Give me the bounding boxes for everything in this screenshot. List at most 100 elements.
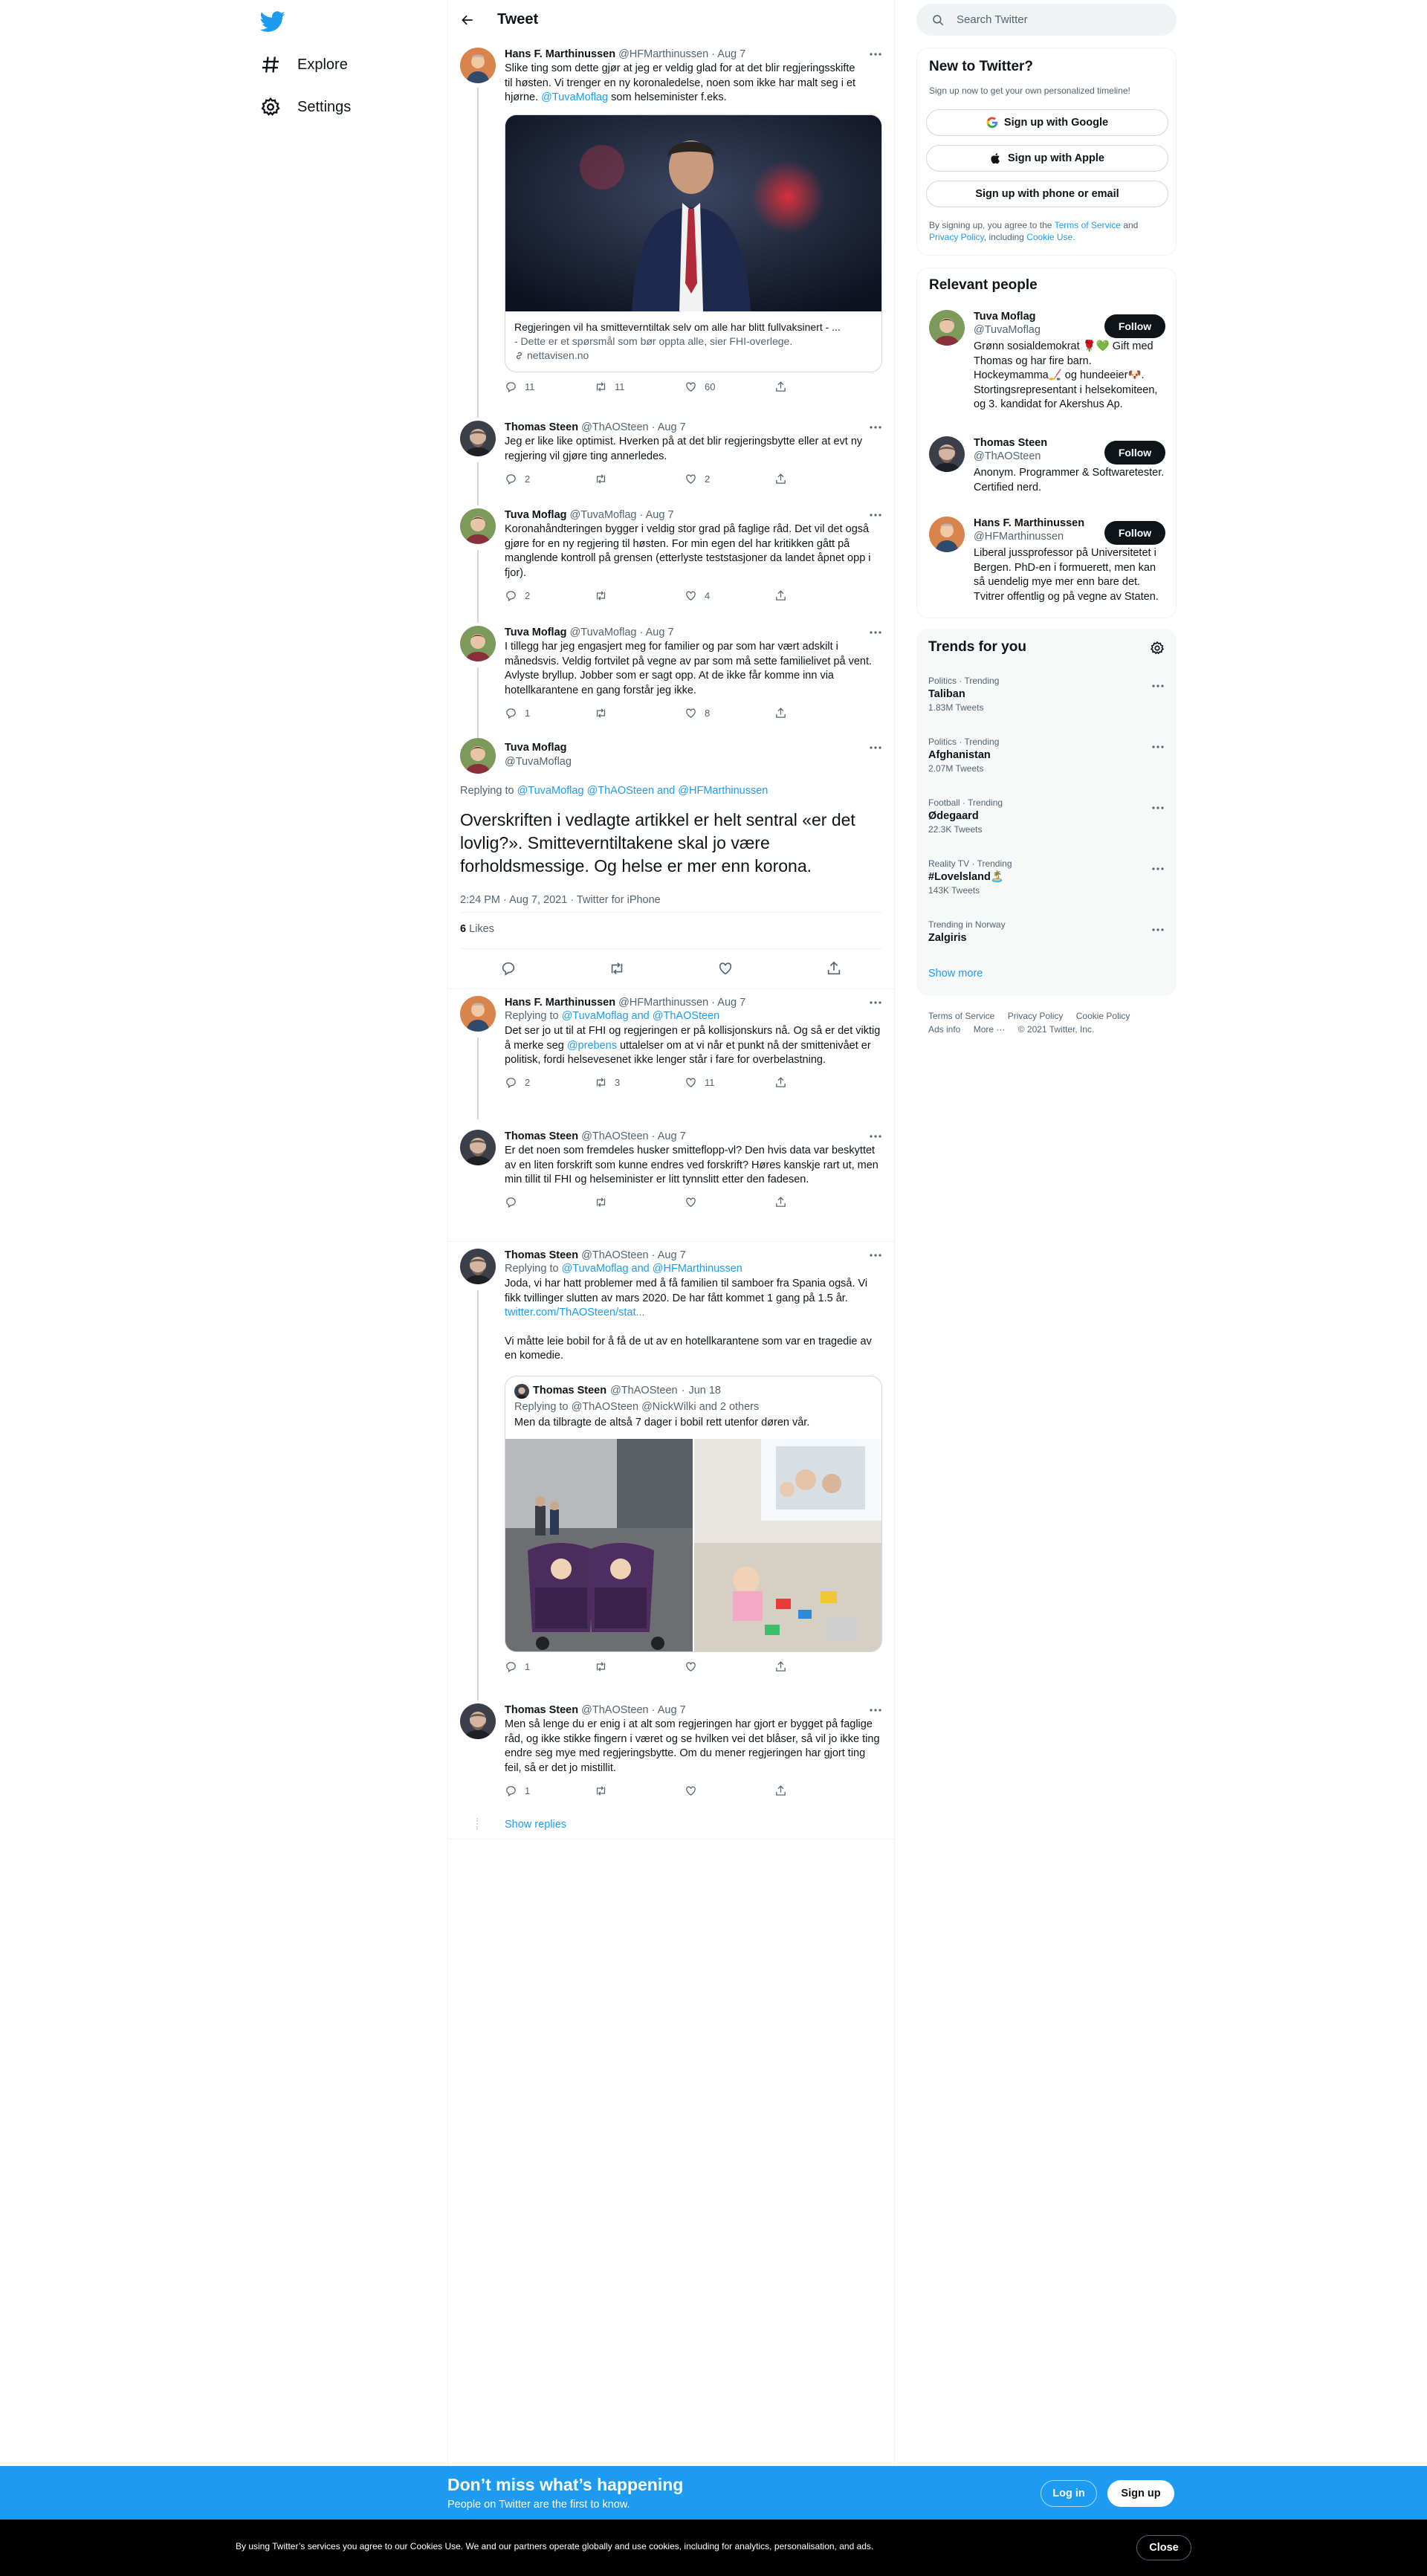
like-button[interactable]: [685, 1660, 774, 1673]
tweet-date[interactable]: Aug 7: [658, 1130, 686, 1142]
terms-link[interactable]: Terms of Service: [1055, 220, 1121, 230]
more-options-icon[interactable]: [1151, 923, 1165, 936]
phone-email-signup-button[interactable]: Sign up with phone or email: [926, 181, 1168, 207]
author-handle[interactable]: @ThAOSteen: [581, 1704, 648, 1716]
like-button[interactable]: 8: [685, 707, 774, 719]
author-name[interactable]: Tuva Moflag: [505, 627, 567, 638]
trend-item[interactable]: Trending in Norway Zalgiris: [928, 919, 1165, 945]
more-options-icon[interactable]: [869, 1703, 882, 1717]
avatar[interactable]: [460, 738, 496, 774]
author-name[interactable]: Thomas Steen: [505, 1249, 578, 1261]
more-options-icon[interactable]: [869, 48, 882, 61]
author-handle[interactable]: @ThAOSteen: [581, 1130, 648, 1142]
quoted-photo[interactable]: [505, 1438, 693, 1651]
retweet-button[interactable]: [595, 1784, 685, 1797]
tweet-date[interactable]: Aug 7: [717, 997, 745, 1009]
follow-button[interactable]: Follow: [1104, 314, 1165, 338]
share-button[interactable]: [774, 1660, 864, 1673]
more-options-icon[interactable]: [1151, 679, 1165, 693]
replying-to-mentions[interactable]: @TuvaMoflag and @ThAOSteen: [562, 1010, 720, 1022]
author-name[interactable]: Tuva Moflag: [505, 509, 567, 521]
person-name[interactable]: Thomas Steen: [974, 436, 1100, 450]
tweet[interactable]: Hans F. Marthinussen @HFMarthinussen · A…: [448, 48, 894, 412]
more-options-icon[interactable]: [869, 626, 882, 639]
author-handle[interactable]: @ThAOSteen: [581, 1249, 648, 1261]
google-signup-button[interactable]: Sign up with Google: [926, 109, 1168, 136]
close-button[interactable]: Close: [1136, 2535, 1191, 2560]
tweet-date[interactable]: Aug 7: [658, 1249, 686, 1261]
back-arrow-icon[interactable]: [460, 13, 475, 27]
reply-button[interactable]: 2: [505, 473, 595, 485]
reply-button[interactable]: [505, 1196, 595, 1208]
more-options-icon[interactable]: [869, 508, 882, 522]
trend-item[interactable]: Politics · Trending Taliban 1.83M Tweets: [928, 675, 1165, 713]
avatar[interactable]: [460, 1703, 496, 1739]
twitter-logo-icon[interactable]: [260, 9, 285, 34]
author-handle[interactable]: @ThAOSteen: [581, 421, 648, 433]
author-handle[interactable]: @TuvaMoflag: [570, 627, 637, 638]
tweet-date[interactable]: Aug 7: [658, 1704, 686, 1716]
avatar[interactable]: [460, 48, 496, 83]
retweet-icon[interactable]: [609, 960, 625, 977]
retweet-button[interactable]: [595, 473, 685, 485]
person-handle[interactable]: @TuvaMoflag: [974, 323, 1100, 337]
more-options-icon[interactable]: [1151, 862, 1165, 876]
apple-signup-button[interactable]: Sign up with Apple: [926, 145, 1168, 172]
like-button[interactable]: 11: [685, 1076, 774, 1089]
replying-to-mentions[interactable]: @TuvaMoflag @ThAOSteen and @HFMarthinuss…: [517, 785, 768, 797]
author-name[interactable]: Thomas Steen: [505, 1704, 578, 1716]
avatar[interactable]: [460, 996, 496, 1032]
tweet-link[interactable]: twitter.com/ThAOSteen/stat...: [505, 1307, 645, 1318]
footer-privacy-link[interactable]: Privacy Policy: [1008, 1011, 1064, 1021]
avatar[interactable]: [460, 1249, 496, 1284]
reply-icon[interactable]: [500, 960, 517, 977]
likes-summary[interactable]: 6 Likes: [460, 923, 494, 935]
more-options-icon[interactable]: [869, 996, 882, 1009]
avatar[interactable]: [460, 421, 496, 456]
share-button[interactable]: [774, 1076, 864, 1089]
person-name[interactable]: Hans F. Marthinussen: [974, 517, 1100, 530]
reply-button[interactable]: 1: [505, 1660, 595, 1673]
tweet-date[interactable]: Aug 7: [646, 509, 674, 521]
like-button[interactable]: [685, 1784, 774, 1797]
reply-button[interactable]: 2: [505, 589, 595, 602]
show-more-link[interactable]: Show more: [928, 968, 983, 980]
more-options-icon[interactable]: [869, 1249, 882, 1262]
tweet[interactable]: Tuva Moflag @TuvaMoflag · Aug 7 I tilleg…: [448, 626, 894, 731]
follow-button[interactable]: Follow: [1104, 521, 1165, 545]
tweet-date[interactable]: Aug 7: [717, 48, 745, 60]
author-handle[interactable]: @HFMarthinussen: [618, 48, 708, 60]
cookie-link[interactable]: Cookie Use.: [1026, 232, 1075, 242]
author-handle[interactable]: @TuvaMoflag: [505, 755, 572, 769]
login-button[interactable]: Log in: [1041, 2480, 1097, 2507]
more-options-icon[interactable]: [869, 741, 882, 754]
privacy-link[interactable]: Privacy Policy: [929, 232, 984, 242]
quoted-tweet[interactable]: Thomas Steen @ThAOSteen · Jun 18 Replyin…: [505, 1375, 882, 1652]
search-input[interactable]: Search Twitter: [957, 13, 1028, 26]
author-name[interactable]: Tuva Moflag: [505, 741, 572, 755]
share-button[interactable]: [774, 473, 864, 485]
author-name[interactable]: Hans F. Marthinussen: [505, 997, 615, 1009]
trend-item[interactable]: Football · Trending Ødegaard 22.3K Tweet…: [928, 797, 1165, 835]
author-name[interactable]: Hans F. Marthinussen: [505, 48, 615, 60]
author-handle[interactable]: @HFMarthinussen: [618, 997, 708, 1009]
share-button[interactable]: [774, 589, 864, 602]
retweet-button[interactable]: [595, 589, 685, 602]
retweet-button[interactable]: [595, 1660, 685, 1673]
mention-link[interactable]: @TuvaMoflag: [541, 91, 608, 103]
author-handle[interactable]: @TuvaMoflag: [570, 509, 637, 521]
footer-ads-link[interactable]: Ads info: [928, 1024, 960, 1035]
share-button[interactable]: [774, 1196, 864, 1208]
trend-item[interactable]: Reality TV · Trending #Lovelsland🏝️ 143K…: [928, 858, 1165, 896]
heart-icon[interactable]: [717, 960, 734, 977]
quoted-photo[interactable]: [694, 1438, 881, 1651]
nav-explore[interactable]: Explore: [260, 50, 348, 80]
author-name[interactable]: Thomas Steen: [505, 421, 578, 433]
avatar[interactable]: [929, 436, 965, 472]
footer-terms-link[interactable]: Terms of Service: [928, 1011, 994, 1021]
tweet[interactable]: Thomas Steen @ThAOSteen · Aug 7 Replying…: [448, 1249, 894, 1687]
person-handle[interactable]: @HFMarthinussen: [974, 530, 1100, 543]
footer-cookie-link[interactable]: Cookie Policy: [1076, 1011, 1130, 1021]
search-bar[interactable]: Search Twitter: [916, 4, 1177, 36]
person-handle[interactable]: @ThAOSteen: [974, 450, 1100, 463]
